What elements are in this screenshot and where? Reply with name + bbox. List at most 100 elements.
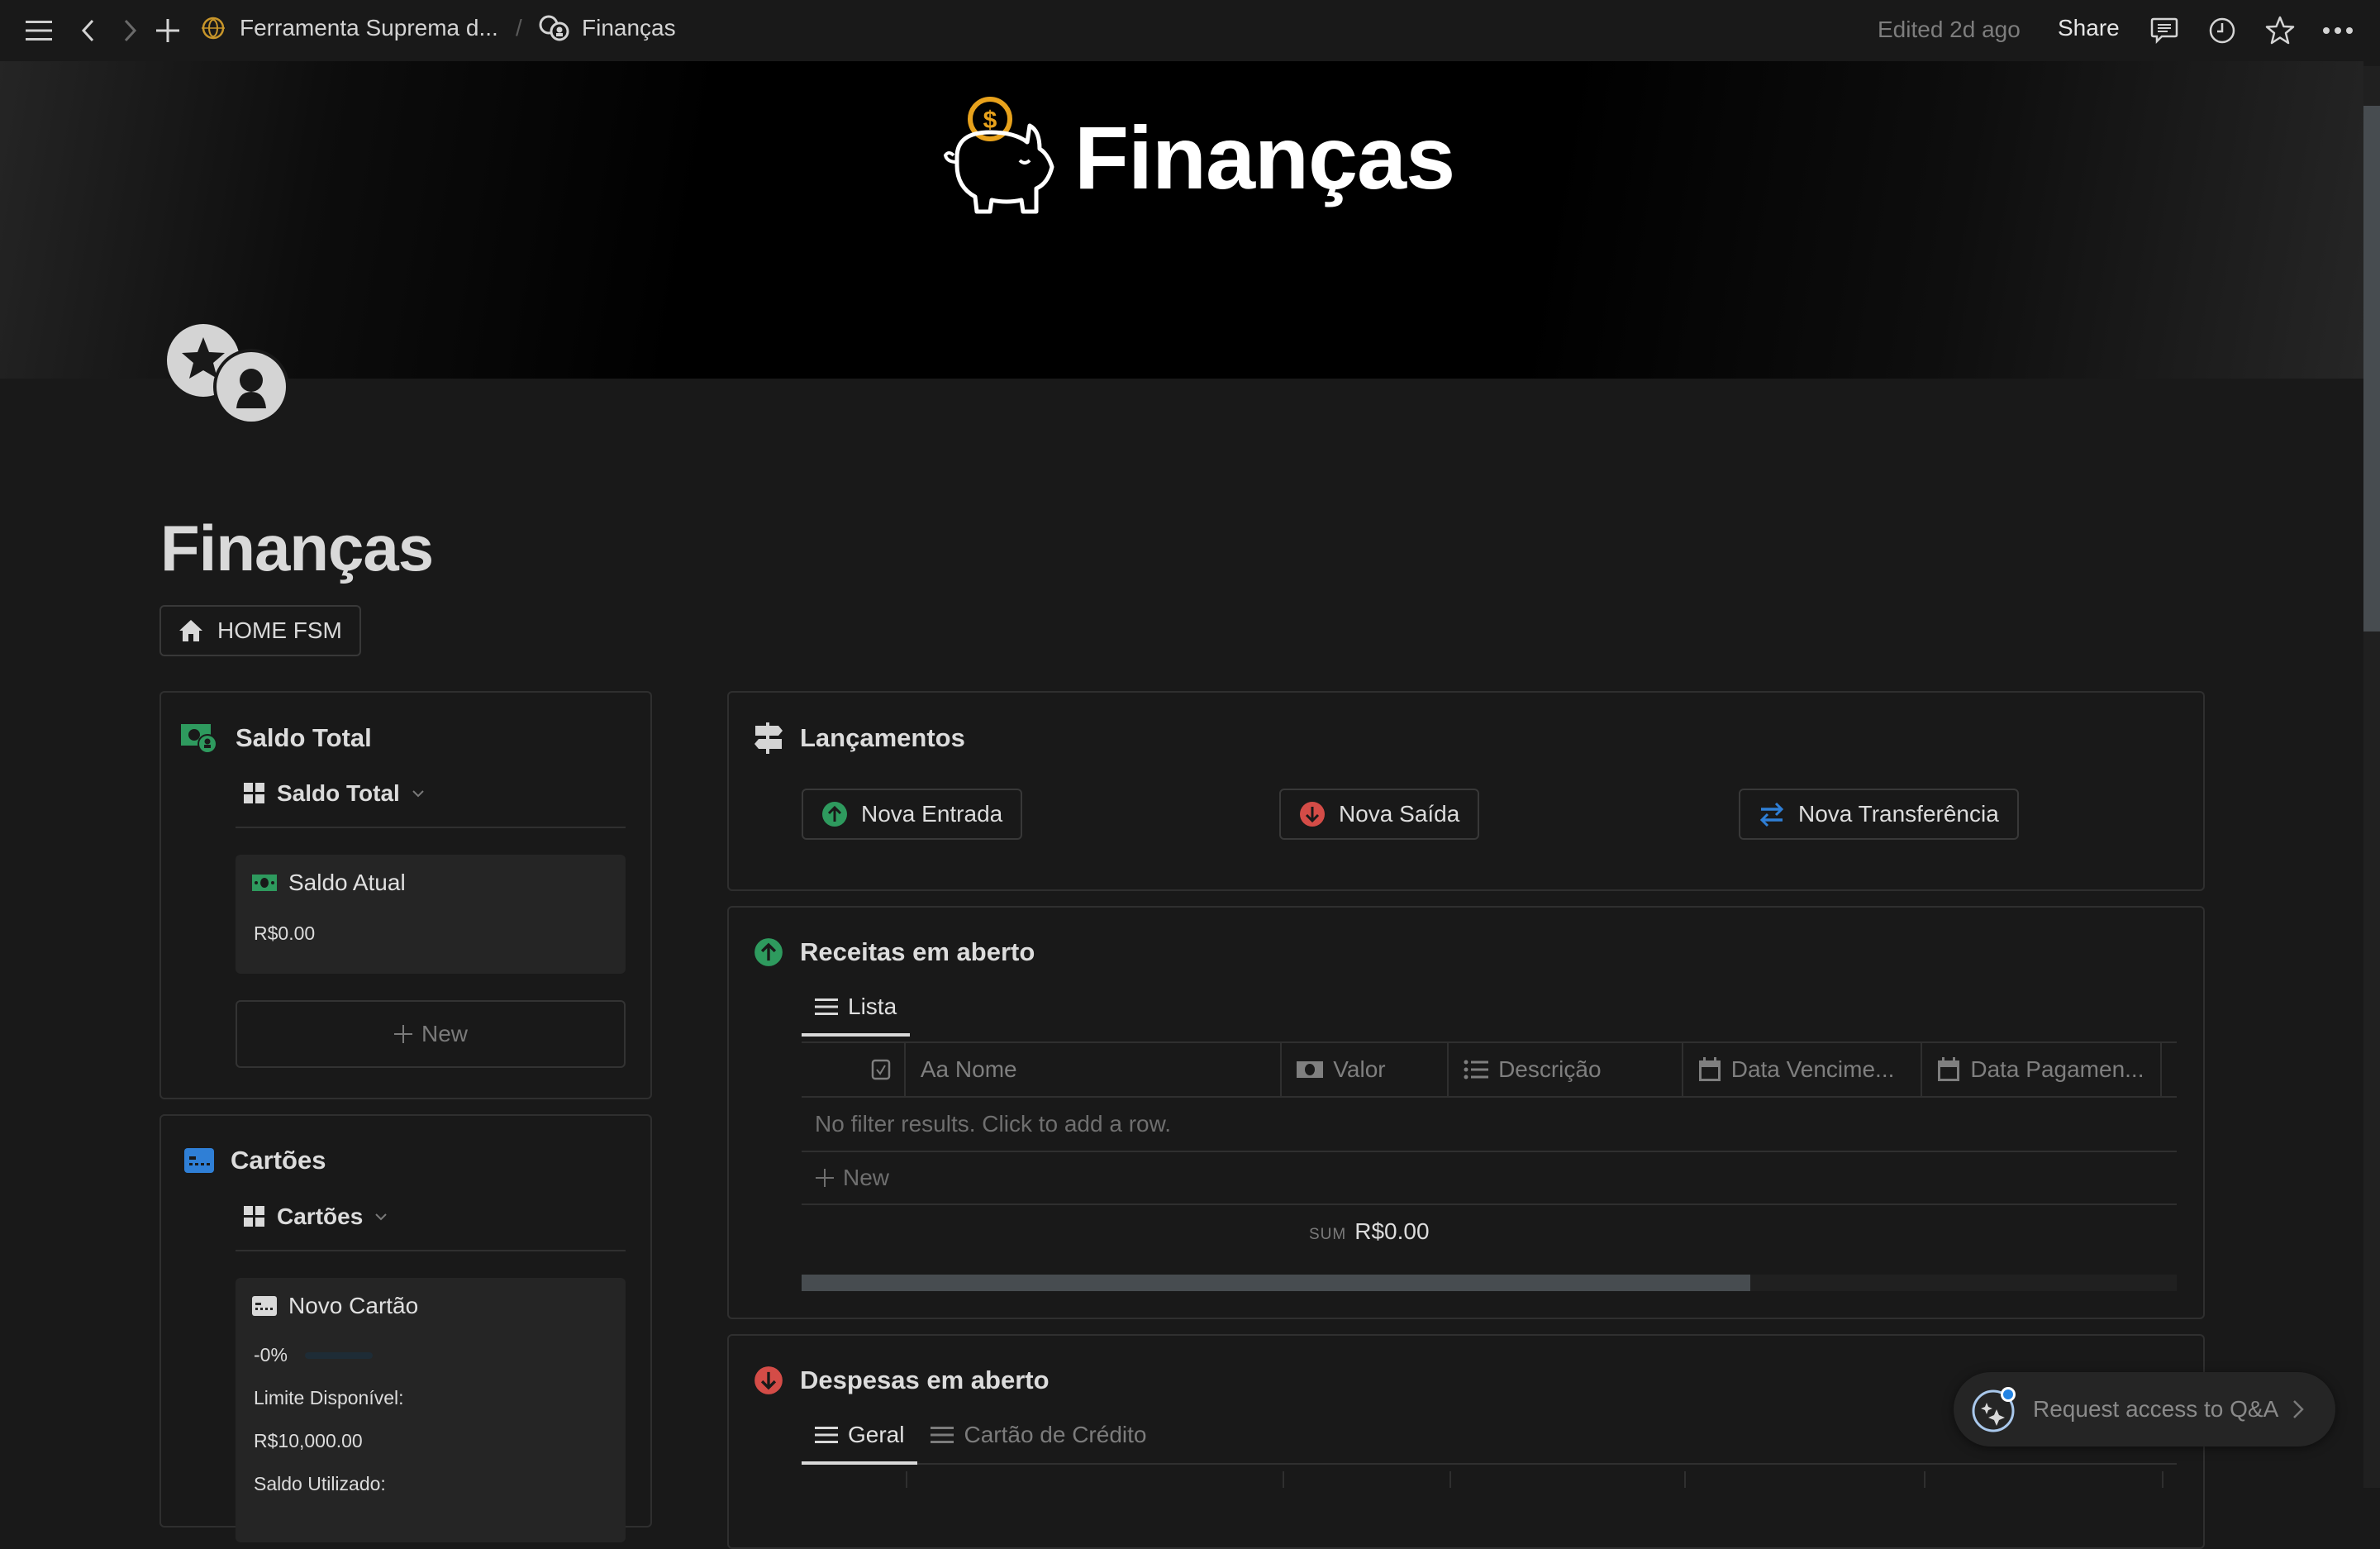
- cover-title: Finanças: [1074, 107, 1455, 207]
- receitas-horizontal-scrollbar[interactable]: [802, 1275, 2177, 1291]
- column-checkbox[interactable]: [802, 1043, 906, 1096]
- add-page-icon[interactable]: [149, 12, 187, 50]
- gallery-grid-icon: [244, 783, 264, 803]
- home-fsm-button[interactable]: HOME FSM: [159, 605, 361, 656]
- arrow-up-circle-icon: [754, 938, 783, 966]
- sum-value: R$0.00: [1354, 1218, 1430, 1244]
- page-scrollbar-thumb[interactable]: [2363, 106, 2380, 632]
- receitas-sum[interactable]: SUM R$0.00: [1309, 1218, 1430, 1245]
- saldo-new-label: New: [421, 1021, 468, 1046]
- nova-transferencia-button[interactable]: Nova Transferência: [1739, 789, 2019, 840]
- tab-cartao-de-credito[interactable]: Cartão de Crédito: [917, 1422, 1159, 1463]
- saldo-atual-title: Saldo Atual: [252, 870, 406, 896]
- view-divider: [236, 827, 626, 828]
- share-button[interactable]: Share: [2058, 15, 2120, 41]
- credit-card-icon: [184, 1148, 214, 1173]
- empty-results-message: No filter results. Click to add a row.: [815, 1111, 1172, 1137]
- nova-entrada-label: Nova Entrada: [861, 801, 1003, 827]
- coins-icon: [167, 324, 289, 425]
- receitas-title: Receitas em aberto: [800, 937, 1035, 966]
- column-divider: [2162, 1471, 2163, 1488]
- saldo-atual-value: R$0.00: [254, 922, 316, 944]
- comments-icon[interactable]: [2145, 12, 2183, 50]
- saldo-atual-card[interactable]: Saldo Atual R$0.00: [236, 855, 626, 974]
- column-valor-label: Valor: [1333, 1056, 1386, 1082]
- column-divider: [906, 1471, 907, 1488]
- cartoes-panel: Cartões Cartões Novo Cartão -0% Limite D…: [159, 1114, 652, 1542]
- chevron-down-icon: [375, 1213, 387, 1221]
- tab-cartao-de-credito-label: Cartão de Crédito: [964, 1422, 1147, 1447]
- empty-results-row[interactable]: No filter results. Click to add a row.: [802, 1098, 2177, 1152]
- cartoes-view-label: Cartões: [277, 1203, 364, 1229]
- lancamentos-title: Lançamentos: [800, 723, 965, 752]
- column-divider: [1283, 1471, 1284, 1488]
- saldo-total-view-switcher[interactable]: Saldo Total: [244, 780, 425, 807]
- breadcrumb-workspace[interactable]: Ferramenta Suprema d...: [200, 15, 498, 41]
- money-coins-icon: [181, 724, 217, 754]
- column-descricao[interactable]: Descrição: [1449, 1043, 1683, 1096]
- receitas-scrollbar-thumb[interactable]: [802, 1275, 1751, 1291]
- back-icon[interactable]: [69, 12, 107, 50]
- tab-lista[interactable]: Lista: [802, 994, 911, 1037]
- tab-geral[interactable]: Geral: [802, 1422, 918, 1465]
- plus-icon: [816, 1169, 834, 1187]
- chevron-right-icon: [2293, 1400, 2305, 1418]
- column-divider: [1684, 1471, 1686, 1488]
- card-usage-percent: -0%: [254, 1344, 288, 1366]
- saldo-total-panel: Saldo Total Saldo Total Saldo Atual R$0.…: [159, 691, 652, 1099]
- novo-cartao-card[interactable]: Novo Cartão -0% Limite Disponível: R$10,…: [236, 1278, 626, 1542]
- calendar-icon: [1938, 1057, 1960, 1081]
- cartoes-heading: Cartões: [184, 1146, 326, 1175]
- limite-disponivel-label: Limite Disponível:: [254, 1387, 404, 1408]
- saldo-new-button[interactable]: New: [236, 1000, 626, 1068]
- top-bar: Ferramenta Suprema d... / Finanças Edite…: [0, 0, 2380, 61]
- tab-geral-label: Geral: [848, 1422, 905, 1447]
- card-usage-progress-bar: [305, 1352, 373, 1359]
- cartoes-view-switcher[interactable]: Cartões: [244, 1203, 388, 1230]
- receitas-view-tabs: Lista: [802, 994, 911, 1037]
- receitas-heading: Receitas em aberto: [754, 937, 1035, 967]
- breadcrumb-separator: /: [516, 15, 522, 41]
- list-lines-icon: [931, 1427, 954, 1443]
- more-options-icon[interactable]: [2319, 12, 2357, 50]
- calendar-icon: [1698, 1057, 1721, 1081]
- list-icon: [1464, 1060, 1489, 1080]
- column-nome[interactable]: Aa Nome: [906, 1043, 1283, 1096]
- page-title: Finanças: [160, 512, 434, 584]
- breadcrumb-current-page[interactable]: Finanças: [539, 15, 676, 41]
- nova-saida-button[interactable]: Nova Saída: [1279, 789, 1480, 840]
- saldo-atual-label: Saldo Atual: [288, 870, 406, 895]
- arrow-up-circle-icon: [822, 802, 847, 827]
- saldo-total-title: Saldo Total: [236, 723, 372, 752]
- favorite-star-icon[interactable]: [2261, 12, 2299, 50]
- nova-entrada-button[interactable]: Nova Entrada: [802, 789, 1023, 840]
- receitas-table-header: Aa Nome Valor Descrição Data Vencime... …: [802, 1041, 2177, 1098]
- column-data-pagamento[interactable]: Data Pagamen...: [1922, 1043, 2162, 1096]
- column-divider: [1449, 1471, 1451, 1488]
- page-icon[interactable]: [164, 322, 291, 427]
- column-valor[interactable]: Valor: [1282, 1043, 1449, 1096]
- breadcrumb-workspace-label: Ferramenta Suprema d...: [240, 15, 498, 41]
- request-qa-access-button[interactable]: Request access to Q&A: [1954, 1372, 2335, 1447]
- coins-icon: [539, 15, 569, 41]
- arrow-down-circle-icon: [754, 1366, 783, 1394]
- column-more[interactable]: [2162, 1043, 2177, 1096]
- view-divider: [236, 1250, 626, 1251]
- despesas-title: Despesas em aberto: [800, 1366, 1050, 1394]
- saldo-utilizado-label: Saldo Utilizado:: [254, 1473, 386, 1494]
- column-data-pagamento-label: Data Pagamen...: [1970, 1056, 2144, 1082]
- saldo-total-view-label: Saldo Total: [277, 780, 400, 806]
- forward-icon[interactable]: [111, 12, 149, 50]
- column-data-vencimento[interactable]: Data Vencime...: [1683, 1043, 1923, 1096]
- receitas-new-label: New: [843, 1165, 890, 1190]
- plus-icon: [393, 1025, 412, 1043]
- menu-icon[interactable]: [20, 12, 58, 50]
- piggy-bank-icon: $: [943, 97, 1054, 214]
- credit-card-icon: [252, 1296, 277, 1316]
- history-clock-icon[interactable]: [2203, 12, 2241, 50]
- receitas-new-row-button[interactable]: New: [802, 1152, 2177, 1205]
- money-icon: [1297, 1061, 1324, 1078]
- novo-cartao-title: Novo Cartão: [252, 1293, 418, 1319]
- home-icon: [179, 620, 202, 641]
- signpost-icon: [754, 722, 783, 754]
